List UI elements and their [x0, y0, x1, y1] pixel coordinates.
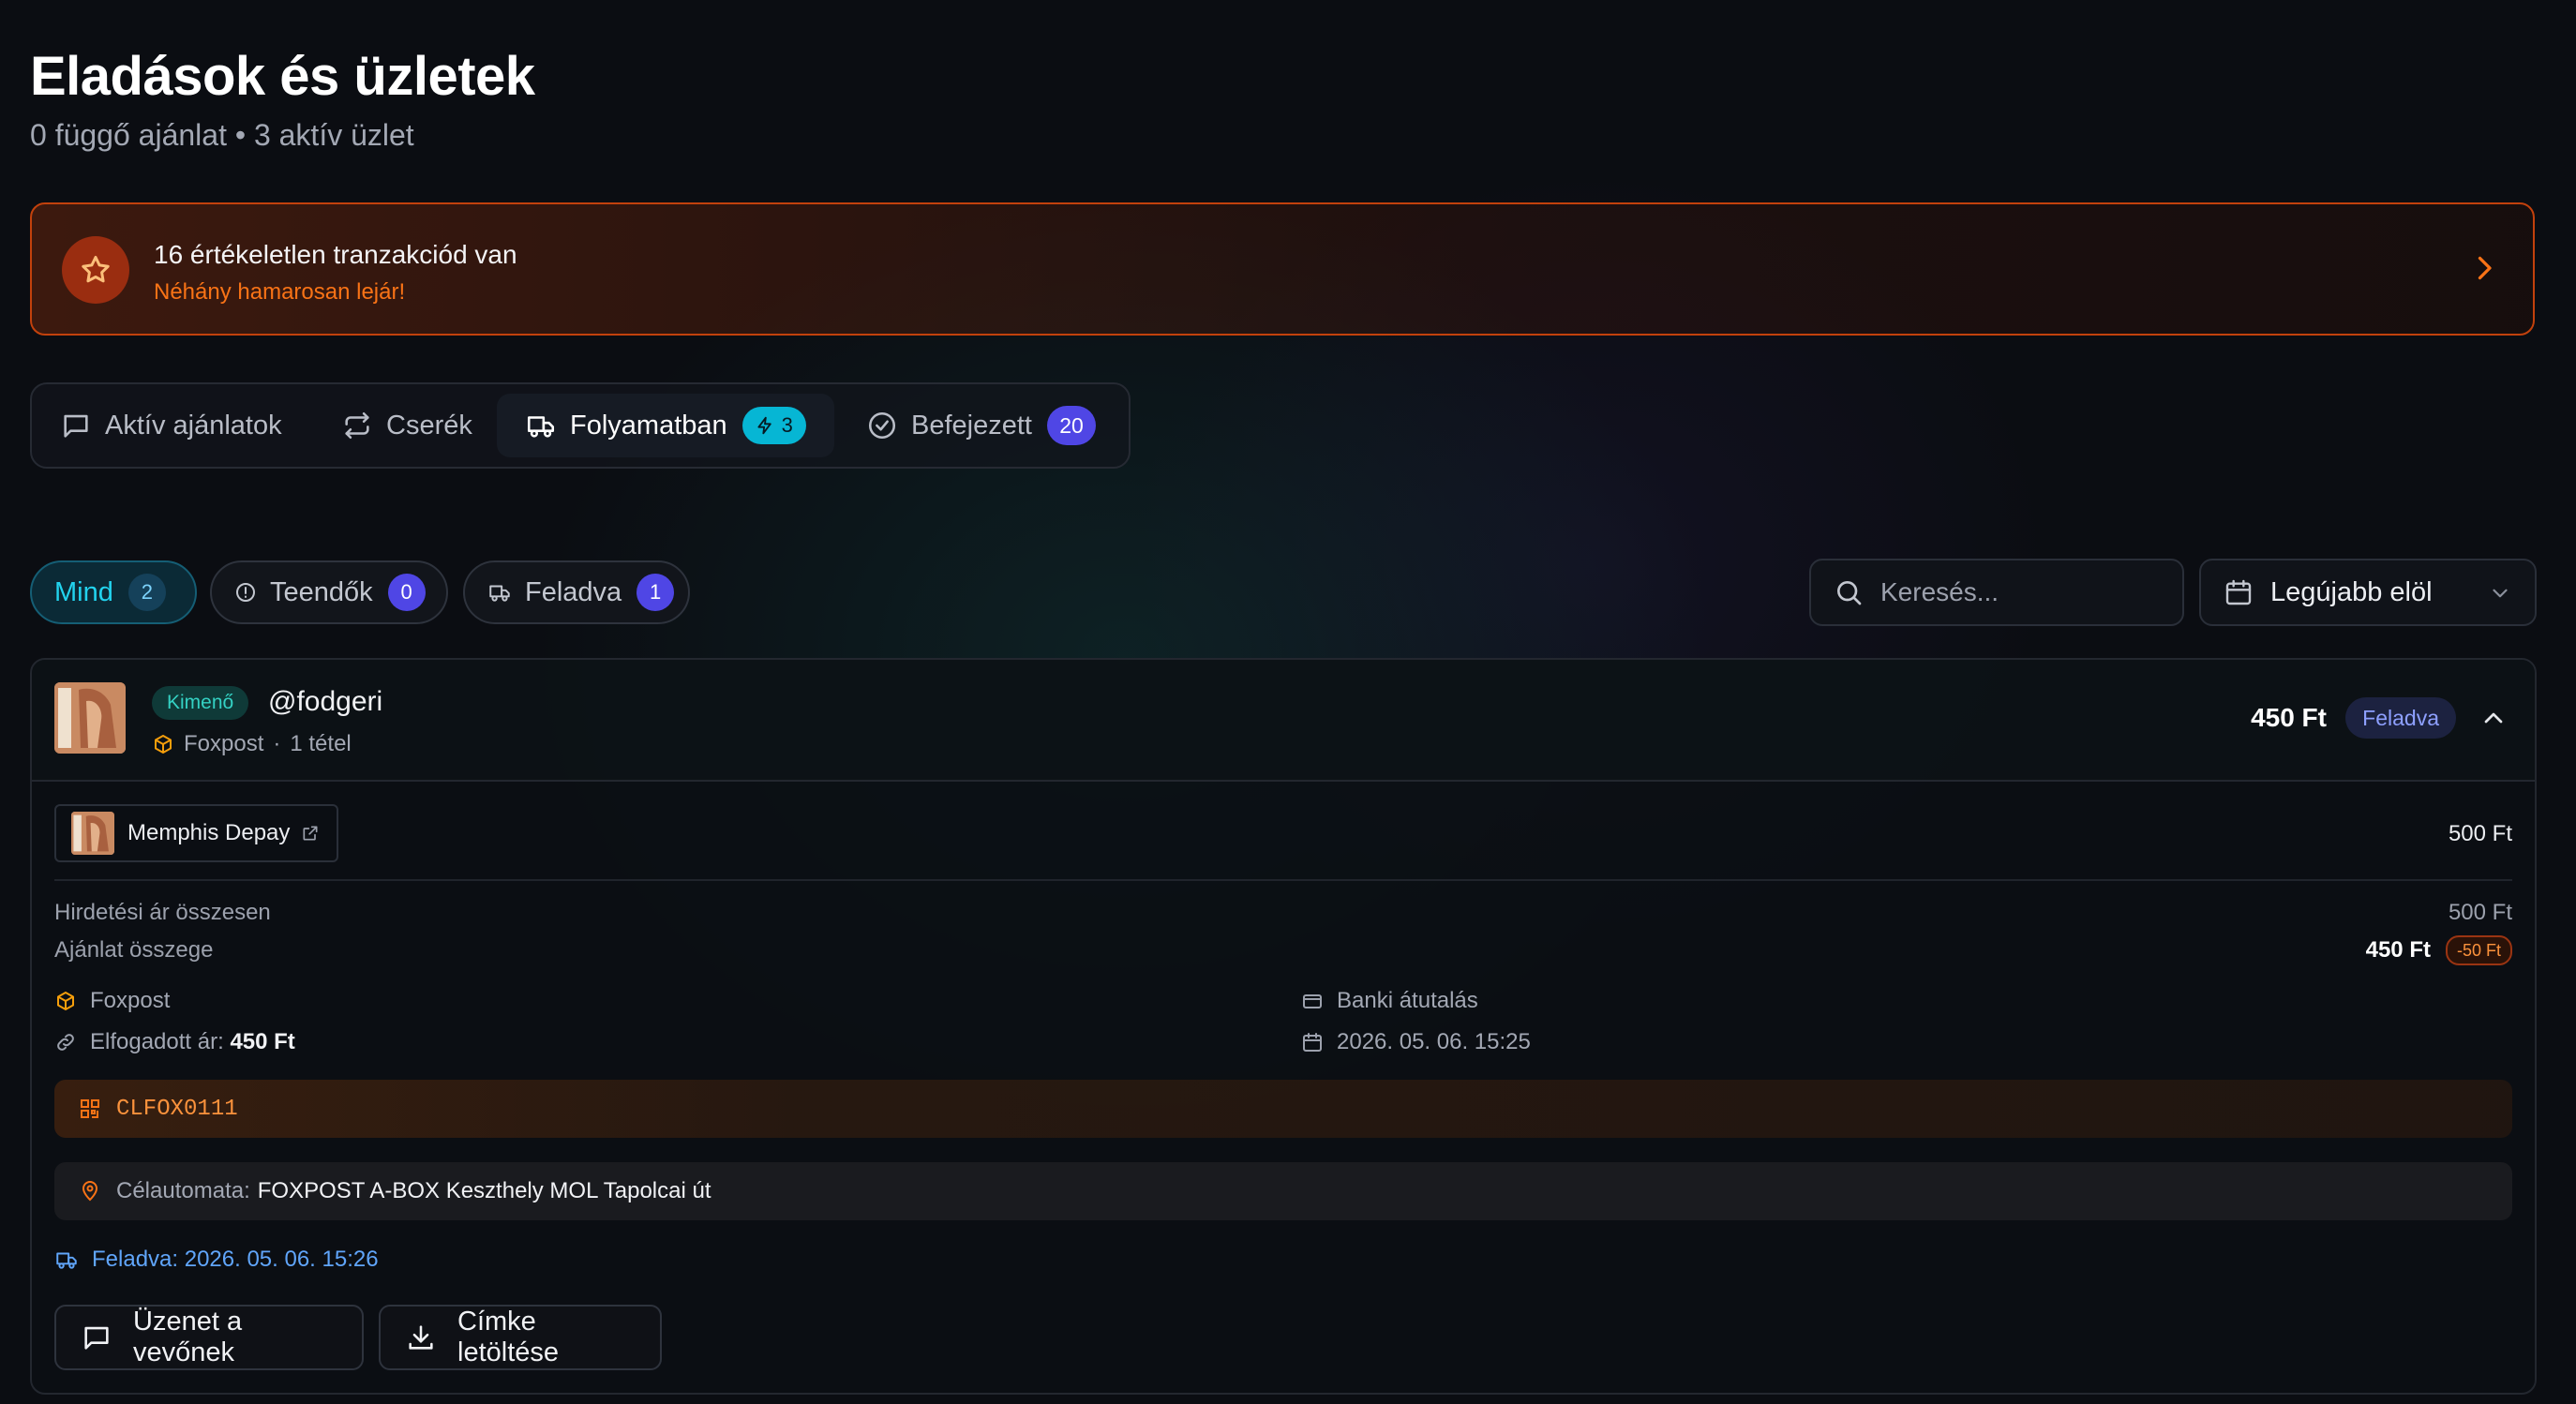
filter-shipped[interactable]: Feladva 1	[463, 560, 690, 624]
qr-code-icon	[79, 1098, 101, 1120]
tracking-code: CLFOX0111	[116, 1096, 238, 1122]
payment-detail: Banki átutalás	[1301, 988, 1478, 1014]
filter-label: Mind	[54, 576, 113, 607]
accepted-value: 450 Ft	[230, 1029, 295, 1054]
filter-label: Teendők	[270, 576, 373, 607]
sort-value: Legújabb elöl	[2270, 576, 2433, 607]
destination-label: Célautomata:	[116, 1178, 250, 1203]
completed-count-badge: 20	[1046, 406, 1096, 445]
offer-amount-row: 450 Ft -50 Ft	[2366, 935, 2512, 965]
tracking-code-bar[interactable]: CLFOX0111	[54, 1080, 2512, 1138]
item-thumbnail	[71, 812, 114, 855]
package-icon	[54, 990, 77, 1012]
shipping-method: Foxpost	[184, 731, 264, 756]
order-thumbnail	[54, 682, 126, 754]
meta-separator: ·	[273, 731, 281, 756]
alert-circle-icon	[234, 581, 257, 604]
filter-count: 0	[387, 574, 426, 611]
unrated-transactions-banner[interactable]: 16 értékeletlen tranzakciód van Néhány h…	[30, 202, 2535, 336]
tab-in-progress[interactable]: Folyamatban 3	[497, 394, 834, 457]
buyer-username[interactable]: @fodgeri	[268, 686, 382, 718]
destination-bar: Célautomata: FOXPOST A-BOX Keszthely MOL…	[54, 1162, 2512, 1220]
tab-completed[interactable]: Befejezett 20	[866, 394, 1119, 457]
button-label: Üzenet a vevőnek	[133, 1307, 243, 1367]
listing-total-label: Hirdetési ár összesen	[54, 900, 271, 925]
check-circle-icon	[866, 410, 898, 441]
destination-value: FOXPOST A-BOX Keszthely MOL Tapolcai út	[257, 1178, 711, 1203]
map-pin-icon	[79, 1180, 101, 1202]
chevron-right-icon[interactable]	[2467, 251, 2501, 285]
shipped-text: Feladva: 2026. 05. 06. 15:26	[92, 1247, 379, 1272]
order-total: 450 Ft	[2251, 703, 2327, 732]
calendar-icon	[1301, 1031, 1324, 1053]
offer-value: 450 Ft	[2365, 937, 2431, 963]
item-name: Memphis Depay	[127, 820, 291, 845]
chat-icon	[60, 410, 92, 441]
payment-method: Banki átutalás	[1337, 988, 1478, 1013]
filter-count: 2	[127, 574, 166, 611]
download-icon	[405, 1322, 437, 1353]
accepted-label: Elfogadott ár:	[90, 1029, 224, 1054]
search-input[interactable]	[1879, 576, 2164, 608]
calendar-icon	[2224, 577, 2254, 607]
item-count: 1 tétel	[290, 731, 352, 756]
tab-label: Aktív ajánlatok	[105, 410, 282, 441]
truck-icon	[525, 410, 557, 441]
alert-title: 16 értékeletlen tranzakciód van	[154, 240, 517, 269]
order-meta: Foxpost · 1 tétel	[152, 731, 352, 757]
page-subtitle: 0 függő ajánlat • 3 aktív üzlet	[30, 118, 414, 152]
search-icon	[1834, 577, 1864, 607]
shipping-detail: Foxpost	[54, 988, 170, 1014]
chevron-down-icon	[2488, 581, 2512, 605]
external-link-icon	[301, 824, 320, 843]
chevron-up-icon[interactable]	[2479, 703, 2509, 733]
order-date: 2026. 05. 06. 15:25	[1337, 1029, 1531, 1054]
lightning-icon	[757, 416, 771, 435]
main-tabs: Aktív ajánlatok Cserék Folyamatban 3 Bef…	[30, 382, 1131, 469]
button-label: Címke letöltése	[457, 1307, 560, 1367]
link-icon	[54, 1031, 77, 1053]
sort-select[interactable]: Legújabb elöl	[2199, 559, 2537, 626]
filter-label: Feladva	[525, 576, 622, 607]
message-icon	[81, 1322, 112, 1353]
truck-icon	[54, 1247, 79, 1272]
item-link[interactable]: Memphis Depay	[54, 804, 339, 862]
order-card-header[interactable]: Kimenő @fodgeri Foxpost · 1 tétel 450 Ft…	[32, 660, 2535, 782]
tab-label: Cserék	[386, 410, 472, 441]
status-badge: Feladva	[2345, 697, 2456, 739]
tab-active-offers[interactable]: Aktív ajánlatok	[60, 394, 332, 457]
discount-badge: -50 Ft	[2445, 935, 2512, 965]
star-icon	[62, 236, 129, 304]
filter-todo[interactable]: Teendők 0	[210, 560, 448, 624]
filter-count: 1	[637, 574, 675, 611]
message-buyer-button[interactable]: Üzenet a vevőnek	[54, 1305, 364, 1370]
shipped-status: Feladva: 2026. 05. 06. 15:26	[54, 1247, 379, 1273]
page-title: Eladások és üzletek	[30, 46, 535, 107]
tab-swaps[interactable]: Cserék	[341, 394, 519, 457]
swap-icon	[341, 410, 373, 441]
tab-label: Befejezett	[911, 410, 1032, 441]
shipping-label: Foxpost	[90, 988, 171, 1013]
order-card: Kimenő @fodgeri Foxpost · 1 tétel 450 Ft…	[30, 658, 2537, 1395]
truck-icon	[487, 580, 512, 605]
badge-value: 3	[781, 413, 793, 437]
offer-label: Ajánlat összege	[54, 937, 214, 963]
alert-subtitle: Néhány hamarosan lejár!	[154, 279, 406, 305]
tab-label: Folyamatban	[570, 410, 727, 441]
in-progress-count-badge: 3	[741, 407, 806, 444]
listing-total-value: 500 Ft	[2448, 900, 2512, 925]
direction-tag: Kimenő	[152, 686, 249, 720]
date-detail: 2026. 05. 06. 15:25	[1301, 1029, 1531, 1055]
accepted-price-detail: Elfogadott ár: 450 Ft	[54, 1029, 295, 1055]
download-label-button[interactable]: Címke letöltése	[379, 1305, 662, 1370]
search-box	[1809, 559, 2184, 626]
item-price: 500 Ft	[2448, 821, 2512, 846]
filter-all[interactable]: Mind 2	[30, 560, 197, 624]
package-icon	[152, 733, 174, 755]
divider	[54, 879, 2512, 881]
credit-card-icon	[1301, 990, 1324, 1012]
